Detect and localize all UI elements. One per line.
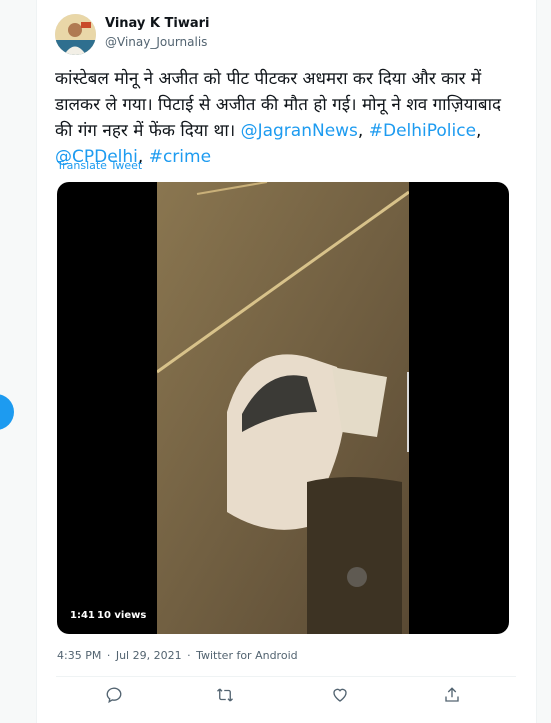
share-button[interactable]: [443, 686, 461, 704]
retweet-icon: [217, 688, 233, 702]
video-frame: [157, 182, 409, 634]
divider: [56, 676, 516, 677]
avatar[interactable]: [55, 14, 96, 55]
video-view-count: 10 views: [97, 610, 147, 621]
reply-button[interactable]: [105, 686, 123, 704]
translate-tweet-link[interactable]: Translate Tweet: [57, 159, 142, 172]
tweet-metadata: 4:35 PM · Jul 29, 2021 · Twitter for And…: [57, 649, 298, 662]
tweet-text: कांस्टेबल मोनू ने अजीत को पीट पीटकर अधमर…: [55, 66, 515, 170]
tweet-separator: ,: [357, 121, 364, 141]
like-button[interactable]: [331, 686, 349, 704]
mention-jagrannews[interactable]: @JagranNews: [241, 121, 358, 141]
meta-separator: ·: [106, 649, 111, 662]
tweet-source[interactable]: Twitter for Android: [196, 649, 298, 662]
video-duration: 1:41: [70, 610, 95, 621]
meta-separator: ·: [187, 649, 191, 662]
tweet-separator: ,: [476, 121, 482, 141]
video-player[interactable]: [57, 182, 509, 634]
hashtag-delhipolice[interactable]: #DelhiPolice: [369, 121, 476, 141]
author-name[interactable]: Vinay K Tiwari: [105, 16, 210, 31]
reply-icon: [106, 687, 122, 704]
retweet-button[interactable]: [216, 686, 234, 704]
page-background-right: [536, 0, 551, 723]
author-handle[interactable]: @Vinay_Journalis: [105, 35, 207, 49]
hashtag-crime[interactable]: #crime: [149, 147, 211, 167]
share-icon: [445, 687, 459, 702]
heart-icon: [333, 688, 347, 702]
timestamp-date[interactable]: Jul 29, 2021: [116, 649, 182, 662]
page-background-left: [0, 0, 36, 723]
timestamp-time[interactable]: 4:35 PM: [57, 649, 101, 662]
